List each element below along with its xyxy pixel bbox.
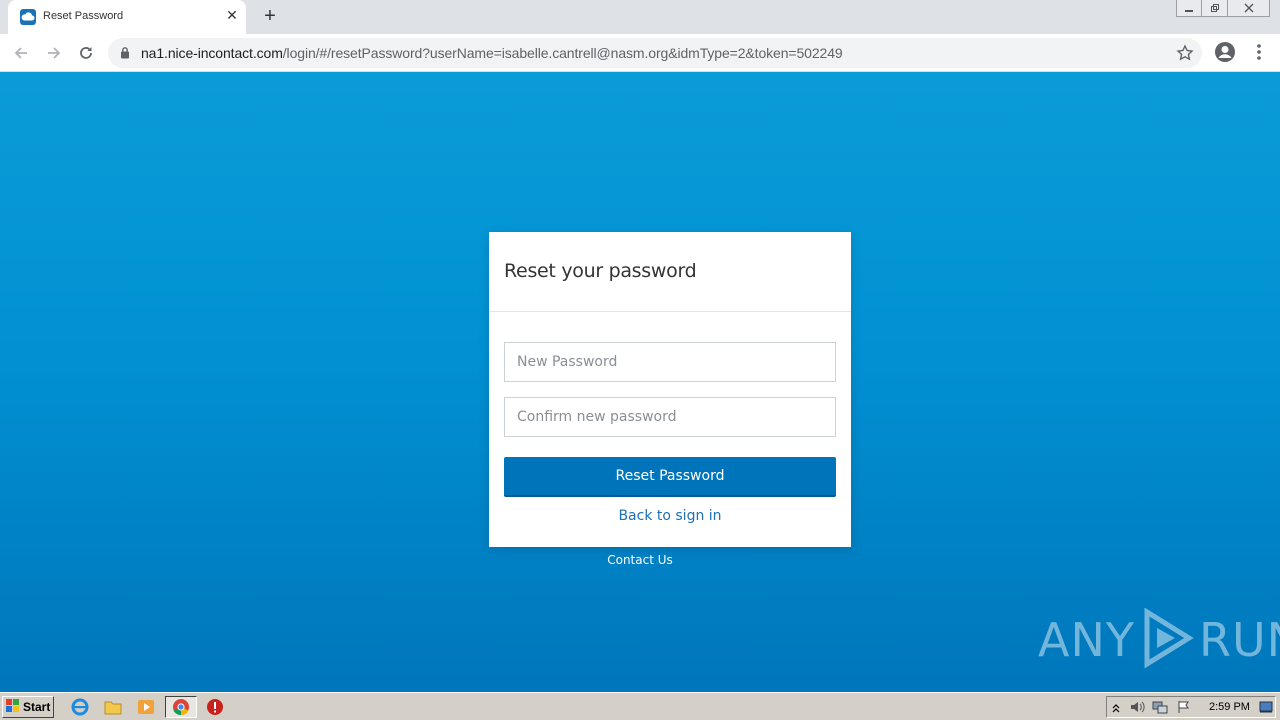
new-tab-button[interactable]: + xyxy=(258,5,282,29)
watermark-text-right: RUN xyxy=(1198,613,1280,667)
tab-reset-password[interactable]: Reset Password ✕ xyxy=(8,0,246,34)
bookmark-star-icon[interactable] xyxy=(1176,44,1194,67)
system-tray: 2:59 PM xyxy=(1106,696,1276,718)
cloud-icon xyxy=(20,9,36,25)
speaker-icon[interactable] xyxy=(1129,700,1145,719)
tab-strip: Reset Password ✕ + xyxy=(0,0,1280,34)
watermark-text-left: ANY xyxy=(1038,613,1135,667)
reset-password-button[interactable]: Reset Password xyxy=(504,457,836,497)
chrome-icon xyxy=(172,698,190,720)
card-header: Reset your password xyxy=(489,232,851,312)
url-text: na1.nice-incontact.com/login/#/resetPass… xyxy=(141,45,843,61)
minimize-icon[interactable] xyxy=(1176,0,1202,17)
windows-flag-icon xyxy=(6,699,20,715)
tab-title: Reset Password xyxy=(43,10,124,22)
close-tab-icon[interactable]: ✕ xyxy=(224,7,240,23)
lock-icon xyxy=(120,46,130,64)
page-background: Reset your password Reset Password Back … xyxy=(0,72,1280,692)
start-button[interactable]: Start xyxy=(2,696,54,718)
clock: 2:59 PM xyxy=(1209,701,1250,713)
browser-toolbar: na1.nice-incontact.com/login/#/resetPass… xyxy=(0,34,1280,72)
anyrun-watermark: ANY RUN xyxy=(1038,607,1280,673)
address-bar[interactable]: na1.nice-incontact.com/login/#/resetPass… xyxy=(108,38,1202,68)
chevron-up-icon[interactable] xyxy=(1111,701,1121,719)
profile-avatar-icon[interactable] xyxy=(1214,41,1236,68)
close-window-icon[interactable] xyxy=(1228,0,1270,17)
network-icon[interactable] xyxy=(1152,700,1168,719)
chrome-taskbar-button[interactable] xyxy=(165,696,197,718)
internet-explorer-icon[interactable] xyxy=(71,698,89,716)
stop-sign-icon[interactable] xyxy=(206,698,224,716)
reset-password-card: Reset your password Reset Password Back … xyxy=(489,232,851,547)
page-title: Reset your password xyxy=(504,260,697,282)
restore-icon[interactable] xyxy=(1202,0,1228,17)
reload-icon[interactable] xyxy=(74,41,98,65)
start-label: Start xyxy=(23,700,51,714)
kebab-menu-icon[interactable] xyxy=(1250,41,1268,68)
window-controls xyxy=(1176,0,1270,18)
media-player-icon[interactable] xyxy=(137,698,155,716)
flag-icon[interactable] xyxy=(1177,700,1191,719)
play-triangle-icon xyxy=(1139,607,1195,673)
back-to-sign-in-link[interactable]: Back to sign in xyxy=(489,508,851,524)
back-arrow-icon[interactable] xyxy=(9,41,33,65)
taskbar: Start 2:59 PM xyxy=(0,692,1280,720)
forward-arrow-icon[interactable] xyxy=(42,41,66,65)
folder-icon[interactable] xyxy=(104,698,122,716)
contact-us-link[interactable]: Contact Us xyxy=(0,553,1280,567)
confirm-password-input[interactable] xyxy=(504,397,836,437)
show-desktop-icon[interactable] xyxy=(1259,700,1273,719)
new-password-input[interactable] xyxy=(504,342,836,382)
